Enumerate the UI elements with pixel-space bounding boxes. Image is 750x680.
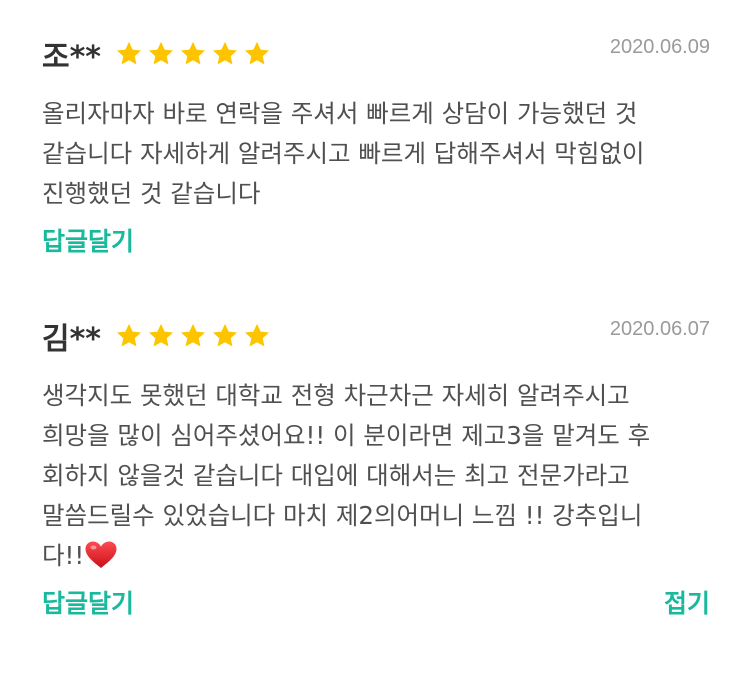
star-icon <box>179 40 207 68</box>
review-item: 조** 2020.06.09 올리자마자 바로 연락을 주셔서 빠르게 상담이 … <box>0 30 750 262</box>
collapse-button[interactable]: 접기 <box>664 584 710 620</box>
star-icon <box>147 40 175 68</box>
review-author: 조** <box>42 40 101 75</box>
review-text-content: 생각지도 못했던 대학교 전형 차근차근 자세히 알려주시고 희망을 많이 심어… <box>42 381 651 570</box>
star-icon <box>179 322 207 350</box>
review-header: 김** 2020.06.07 <box>42 312 710 360</box>
star-icon <box>243 322 271 350</box>
reply-button[interactable]: 답글달기 <box>42 222 134 258</box>
review-actions: 답글달기 접기 <box>42 584 710 624</box>
review-actions: 답글달기 <box>42 222 710 262</box>
review-text: 올리자마자 바로 연락을 주셔서 빠르게 상담이 가능했던 것 같습니다 자세하… <box>42 99 645 208</box>
star-icon <box>115 322 143 350</box>
star-rating <box>115 322 271 350</box>
star-icon <box>147 322 175 350</box>
star-icon <box>211 322 239 350</box>
review-date: 2020.06.07 <box>609 318 710 340</box>
star-icon <box>115 40 143 68</box>
review-author: 김** <box>42 322 101 357</box>
star-rating <box>115 40 271 68</box>
star-icon <box>211 40 239 68</box>
review-item: 김** 2020.06.07 생각지도 못했던 대학교 전형 차근차근 자세히 … <box>0 312 750 624</box>
review-date: 2020.06.09 <box>609 36 710 58</box>
review-header: 조** 2020.06.09 <box>42 30 710 78</box>
review-text: 생각지도 못했던 대학교 전형 차근차근 자세히 알려주시고 희망을 많이 심어… <box>42 376 710 576</box>
red-heart-icon <box>84 540 118 570</box>
star-icon <box>243 40 271 68</box>
reply-button[interactable]: 답글달기 <box>42 584 134 620</box>
